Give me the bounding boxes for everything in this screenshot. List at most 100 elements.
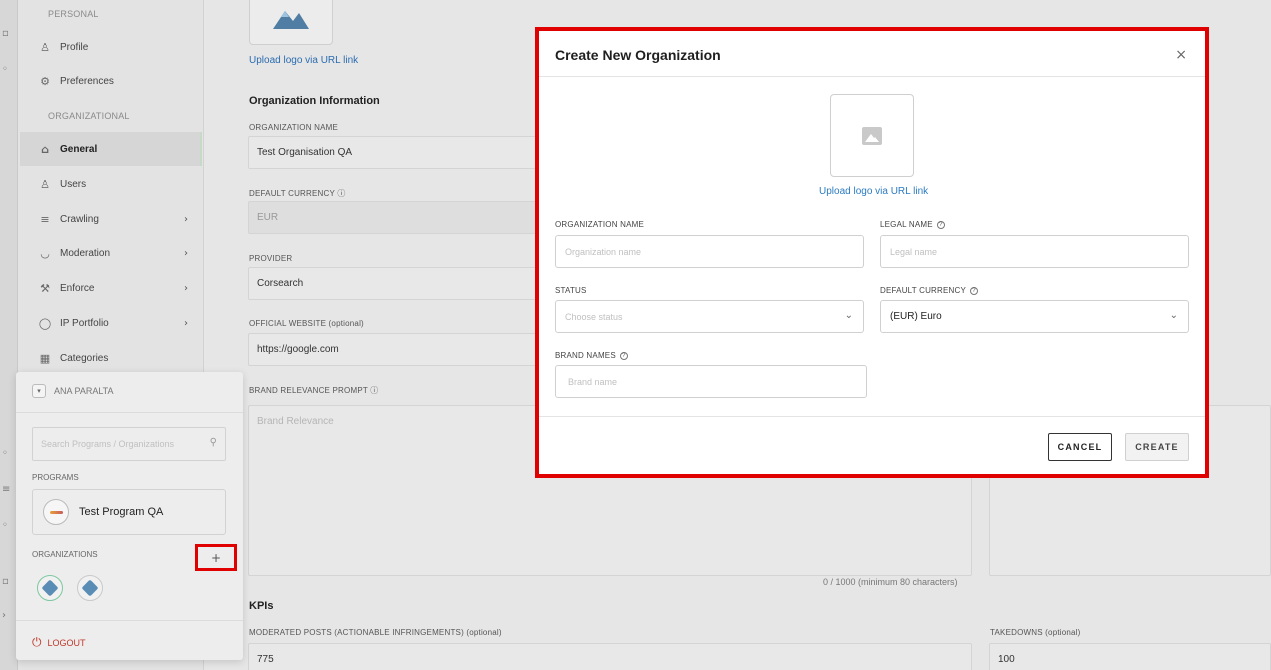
section-label-organizational: ORGANIZATIONAL bbox=[48, 111, 130, 121]
rail-icon[interactable]: › bbox=[2, 610, 14, 622]
chevron-right-icon: › bbox=[184, 213, 188, 225]
legal-name-input[interactable]: Legal name bbox=[880, 235, 1189, 268]
help-icon: ⓘ bbox=[337, 189, 346, 198]
takedowns-field[interactable]: 100 bbox=[989, 643, 1271, 670]
brand-prompt-label-text: BRAND RELEVANCE PROMPT bbox=[249, 386, 368, 395]
upload-logo-link[interactable]: Upload logo via URL link bbox=[249, 55, 358, 66]
default-currency-label-text: DEFAULT CURRENCY bbox=[249, 189, 335, 198]
status-placeholder: Choose status bbox=[565, 311, 623, 322]
program-logo-icon bbox=[43, 499, 69, 525]
organizations-label: ORGANIZATIONS bbox=[32, 550, 98, 559]
organization-logo[interactable] bbox=[249, 0, 333, 45]
rail-icon[interactable]: ▫ bbox=[2, 576, 14, 588]
search-placeholder: Search Programs / Organizations bbox=[41, 439, 175, 449]
logout-label: LOGOUT bbox=[47, 637, 86, 648]
status-label: STATUS bbox=[555, 286, 587, 295]
takedowns-label: TAKEDOWNS (optional) bbox=[990, 628, 1081, 637]
currency-value: (EUR) Euro bbox=[890, 311, 942, 322]
rail-icon[interactable]: ◦ bbox=[2, 448, 14, 460]
help-icon: ? bbox=[970, 286, 979, 295]
mountain-logo-icon bbox=[273, 10, 309, 29]
user-name: ANA PARALTA bbox=[54, 386, 114, 396]
program-search-input[interactable]: Search Programs / Organizations ⚲ bbox=[32, 427, 226, 461]
chevron-right-icon: › bbox=[184, 247, 188, 259]
add-organization-button[interactable]: + bbox=[195, 544, 237, 571]
sidebar-item-general[interactable]: ⌂ General bbox=[20, 132, 202, 166]
sidebar-item-label: General bbox=[60, 143, 98, 155]
currency-label-text: DEFAULT CURRENCY bbox=[880, 286, 967, 295]
sidebar-item-categories[interactable]: ▦ Categories bbox=[20, 341, 202, 375]
sidebar-item-enforce[interactable]: ⚒ Enforce › bbox=[20, 271, 202, 305]
chevron-right-icon: › bbox=[184, 317, 188, 329]
status-select[interactable]: Choose status ⌄ bbox=[555, 300, 864, 333]
help-icon: ? bbox=[936, 220, 945, 229]
rail-icon[interactable]: ◦ bbox=[2, 64, 14, 76]
moderated-posts-field[interactable]: 775 bbox=[248, 643, 972, 670]
currency-select[interactable]: (EUR) Euro ⌄ bbox=[880, 300, 1189, 333]
org-name-input[interactable]: Organization name bbox=[555, 235, 864, 268]
sidebar-item-moderation[interactable]: ◡ Moderation › bbox=[20, 236, 202, 270]
sidebar-item-crawling[interactable]: ≡ Crawling › bbox=[20, 202, 202, 236]
program-switcher-popup: ▾ ANA PARALTA Search Programs / Organiza… bbox=[16, 372, 243, 660]
organization-avatar[interactable] bbox=[37, 575, 63, 601]
user-icon: ♙ bbox=[40, 40, 50, 54]
section-title-organization-information: Organization Information bbox=[249, 95, 380, 107]
legal-name-label-text: LEGAL NAME bbox=[880, 220, 933, 229]
sidebar-item-label: IP Portfolio bbox=[60, 317, 109, 329]
section-label-personal: PERSONAL bbox=[48, 9, 99, 19]
divider bbox=[16, 620, 243, 621]
sidebar-item-preferences[interactable]: ⚙ Preferences bbox=[20, 64, 202, 98]
moderated-posts-label: MODERATED POSTS (ACTIONABLE INFRINGEMENT… bbox=[249, 628, 502, 637]
divider bbox=[16, 412, 243, 413]
rail-icon[interactable]: ▫ bbox=[2, 28, 14, 40]
sidebar-item-label: Moderation bbox=[60, 247, 111, 259]
default-currency-field: EUR bbox=[248, 201, 548, 234]
help-icon: ? bbox=[619, 351, 628, 360]
create-button[interactable]: CREATE bbox=[1125, 433, 1189, 461]
shield-check-icon: ◡ bbox=[40, 246, 50, 260]
gear-icon: ⚙ bbox=[40, 74, 50, 88]
sidebar-item-label: Profile bbox=[60, 41, 89, 53]
org-name-label: ORGANIZATION NAME bbox=[249, 123, 339, 132]
help-icon: ⓘ bbox=[370, 386, 379, 395]
provider-field[interactable]: Corsearch bbox=[248, 267, 548, 300]
sidebar-item-label: Categories bbox=[60, 352, 109, 364]
logo-upload-box[interactable] bbox=[830, 94, 914, 177]
brand-prompt-placeholder: Brand Relevance bbox=[257, 416, 334, 427]
section-title-kpis: KPIs bbox=[249, 600, 274, 612]
organization-logo-icon bbox=[81, 579, 99, 597]
sidebar-item-label: Preferences bbox=[60, 75, 114, 87]
close-icon[interactable]: × bbox=[1175, 47, 1187, 63]
modal-header: Create New Organization × bbox=[539, 31, 1205, 77]
rail-icon[interactable]: ≡ bbox=[2, 484, 14, 496]
chevron-right-icon: › bbox=[184, 282, 188, 294]
rail-icon[interactable]: ◦ bbox=[2, 520, 14, 532]
gavel-icon: ⚒ bbox=[40, 281, 50, 295]
program-card[interactable]: Test Program QA bbox=[32, 489, 226, 535]
sidebar-item-label: Enforce bbox=[60, 282, 95, 294]
upload-logo-link[interactable]: Upload logo via URL link bbox=[819, 186, 928, 197]
current-user[interactable]: ▾ ANA PARALTA bbox=[32, 384, 114, 398]
default-currency-label: DEFAULT CURRENCY ⓘ bbox=[249, 188, 346, 199]
sidebar-item-users[interactable]: ♙ Users bbox=[20, 167, 202, 201]
website-field[interactable]: https://google.com bbox=[248, 333, 548, 366]
sidebar-item-ip-portfolio[interactable]: ◯ IP Portfolio › bbox=[20, 306, 202, 340]
modal-title: Create New Organization bbox=[555, 47, 721, 63]
provider-label: PROVIDER bbox=[249, 254, 293, 263]
search-icon: ⚲ bbox=[209, 437, 217, 448]
organization-avatar[interactable] bbox=[77, 575, 103, 601]
legal-name-label: LEGAL NAME? bbox=[880, 220, 945, 229]
chevron-down-icon: ⌄ bbox=[844, 310, 853, 321]
cancel-button[interactable]: CANCEL bbox=[1048, 433, 1112, 461]
grid-icon: ▦ bbox=[39, 351, 51, 365]
org-name-label: ORGANIZATION NAME bbox=[555, 220, 645, 229]
sidebar-item-label: Crawling bbox=[60, 213, 99, 225]
logout-button[interactable]: ⏻ LOGOUT bbox=[32, 635, 86, 650]
organization-logo-icon bbox=[41, 579, 59, 597]
crawling-icon: ≡ bbox=[40, 212, 50, 226]
sidebar-item-profile[interactable]: ♙ Profile bbox=[20, 30, 202, 64]
brand-names-input[interactable]: Brand name bbox=[555, 365, 867, 398]
logout-icon: ⏻ bbox=[32, 635, 42, 649]
brand-prompt-label: BRAND RELEVANCE PROMPT ⓘ bbox=[249, 385, 378, 396]
org-name-field[interactable]: Test Organisation QA bbox=[248, 136, 548, 169]
